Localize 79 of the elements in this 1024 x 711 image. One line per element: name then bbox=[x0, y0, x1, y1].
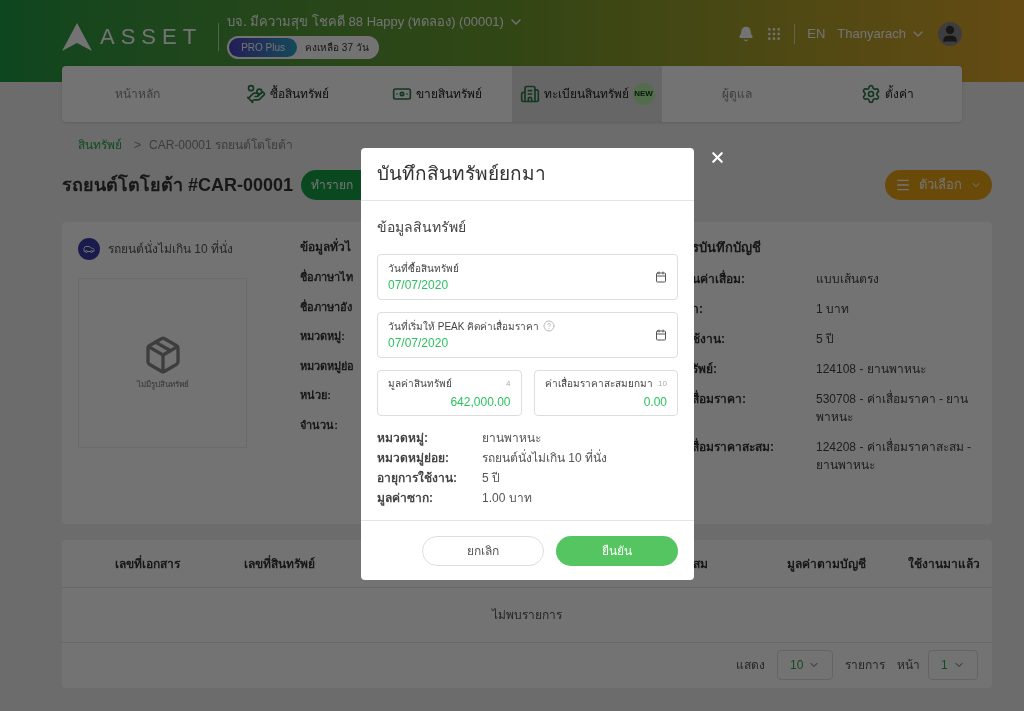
field-label: สื่อมราคาสะสม: bbox=[692, 437, 775, 456]
empty-message: ไม่พบรายการ bbox=[62, 588, 992, 643]
nav-tab[interactable]: ขายสินทรัพย์ bbox=[362, 66, 512, 122]
section-heading: รบันทึกบัญชี bbox=[692, 239, 762, 258]
logo-text: ASSET bbox=[100, 23, 203, 51]
info-label: หมวดหมู่ย่อย: bbox=[377, 450, 450, 467]
digit-hint: 10 bbox=[658, 377, 667, 390]
user-menu[interactable]: Thanyarach bbox=[837, 24, 926, 44]
date-field[interactable]: วันที่เริ่มให้ PEAK คิดค่าเสื่อมราคา 07/07/2020 bbox=[377, 312, 678, 358]
nav-tab[interactable]: ตั้งค่า bbox=[812, 66, 962, 122]
avatar-icon[interactable] bbox=[938, 22, 962, 46]
logo-icon bbox=[62, 22, 92, 51]
field-value: 5 ปี bbox=[816, 330, 835, 348]
info-label: มูลค่าซาก: bbox=[377, 490, 434, 507]
field-label: จำนวน: bbox=[300, 417, 338, 433]
building-icon bbox=[519, 84, 540, 104]
info-label: หมวดหมู่: bbox=[377, 430, 429, 447]
date-field[interactable]: วันที่ซื้อสินทรัพย์ 07/07/2020 bbox=[377, 254, 678, 300]
new-badge: NEW bbox=[632, 83, 655, 105]
menu-icon bbox=[895, 177, 911, 193]
column-header: ใช้งานมาแล้ว bbox=[907, 555, 980, 573]
field-label: วันที่เริ่มให้ PEAK คิดค่าเสื่อมราคา bbox=[388, 318, 540, 334]
nav-tab[interactable]: ทะเบียนสินทรัพย์ NEW bbox=[512, 66, 662, 122]
field-value: 124108 - ยานพาหนะ bbox=[816, 360, 927, 378]
help-icon[interactable] bbox=[543, 320, 556, 332]
column-header: เลขที่สินทรัพย์ bbox=[243, 554, 315, 573]
field-label: ค่าเสื่อมราคาสะสมยกมา bbox=[544, 376, 653, 391]
calendar-icon[interactable] bbox=[655, 329, 667, 341]
digit-hint: 4 bbox=[506, 377, 511, 390]
field-label: มูลค่าสินทรัพย์ bbox=[388, 377, 452, 391]
remaining-days: คงเหลือ 37 วัน bbox=[297, 39, 377, 55]
settings-icon bbox=[860, 84, 881, 104]
column-header: สม bbox=[692, 555, 708, 573]
rows-label: รายการ bbox=[845, 657, 885, 674]
nav-tab[interactable]: ซื้อสินทรัพย์ bbox=[212, 66, 362, 122]
amount-field[interactable]: มูลค่าสินทรัพย์ 4 642,000.00 bbox=[377, 370, 522, 416]
info-label: อายุการใช้งาน: bbox=[377, 469, 458, 487]
amount-field[interactable]: ค่าเสื่อมราคาสะสมยกมา 10 0.00 bbox=[533, 370, 678, 416]
info-value: ยานพาหนะ bbox=[482, 430, 541, 447]
breadcrumb-separator: > bbox=[134, 137, 141, 154]
field-label: วันที่ซื้อสินทรัพย์ bbox=[388, 260, 459, 276]
plan-badge: PRO Plus bbox=[229, 37, 298, 57]
breadcrumb-link[interactable]: สินทรัพย์ bbox=[78, 136, 122, 154]
info-value: 5 ปี bbox=[482, 470, 500, 487]
apps-grid-icon[interactable] bbox=[766, 26, 783, 42]
options-button[interactable]: ตัวเลือก bbox=[885, 170, 992, 200]
info-value: 1.00 บาท bbox=[482, 490, 532, 507]
car-icon bbox=[78, 238, 100, 260]
close-icon[interactable] bbox=[709, 149, 726, 166]
field-label: ชื่อภาษาอัง bbox=[300, 298, 353, 315]
field-value: 530708 - ค่าเสื่อมราคา - ยานพาหนะ bbox=[816, 389, 970, 426]
category-label: รถยนต์นั่งไม่เกิน 10 ที่นั่ง bbox=[108, 240, 233, 258]
column-header: เลขที่เอกสาร bbox=[114, 554, 180, 573]
field-label: หมวดหมู่ย่อ bbox=[300, 358, 355, 374]
calendar-icon[interactable] bbox=[655, 271, 667, 283]
field-label: นค่าเสื่อม: bbox=[692, 269, 746, 288]
section-heading: ข้อมูลทั่วไ bbox=[300, 238, 352, 256]
field-label: สื่อมราคา: bbox=[692, 389, 747, 408]
field-label: หน่วย: bbox=[300, 388, 331, 403]
page-label: หน้า bbox=[897, 657, 920, 674]
page-size-select[interactable]: 10 bbox=[777, 650, 833, 680]
show-label: แสดง bbox=[736, 657, 765, 674]
field-label: ช้งาน: bbox=[692, 330, 726, 348]
field-value: 124208 - ค่าเสื่อมราคาสะสม - ยานพาหนะ bbox=[816, 437, 973, 474]
field-value: แบบเส้นตรง bbox=[816, 270, 880, 288]
field-value: 1 บาท bbox=[816, 300, 850, 318]
company-selector[interactable]: บจ. มีความสุข โชคดี 88 Happy (ทดลอง) (00001) bbox=[227, 12, 524, 32]
no-image-text: ไม่มีรูปสินทรัพย์ bbox=[136, 379, 189, 391]
field-label: ชื่อภาษาไท bbox=[300, 269, 354, 285]
language-button[interactable]: EN bbox=[807, 24, 826, 44]
page-title: รถยนต์โตโยต้า #CAR-00001 bbox=[62, 173, 294, 197]
notification-icon[interactable] bbox=[738, 26, 755, 42]
field-label: หมวดหมู่: bbox=[300, 329, 345, 345]
confirm-button[interactable]: ยืนยัน bbox=[556, 535, 678, 566]
section-heading: ข้อมูลสินทรัพย์ bbox=[377, 218, 467, 238]
column-header: มูลค่าตามบัญชี bbox=[786, 555, 866, 573]
field-label: รัพย์: bbox=[692, 360, 718, 378]
info-value: รถยนต์นั่งไม่เกิน 10 ที่นั่ง bbox=[482, 449, 607, 467]
page-select[interactable]: 1 bbox=[928, 650, 978, 680]
